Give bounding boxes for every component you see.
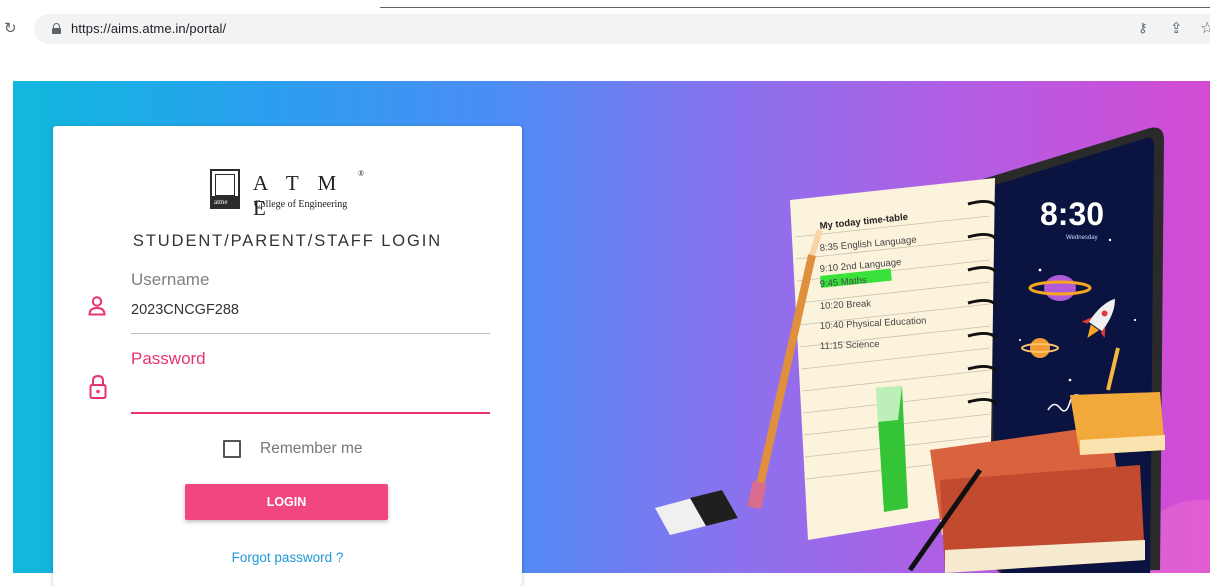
window-edge-line [380,7,1210,8]
remember-me-checkbox[interactable] [223,440,241,458]
phone-time: 8:30 [1040,196,1104,232]
logo-mark: atme [210,169,240,209]
reload-icon[interactable]: ↻ [4,18,24,38]
password-input[interactable] [131,384,490,412]
login-heading: STUDENT/PARENT/STAFF LOGIN [132,232,443,250]
logo-registered-mark: ® [358,169,365,178]
forgot-password-link[interactable]: Forgot password ? [53,550,522,565]
login-card: atme A T M E ® College of Engineering ST… [53,126,522,586]
phone-day: Wednesday [1066,235,1098,241]
eraser-graphic [655,490,738,535]
user-icon [88,296,106,316]
college-logo: atme A T M E ® College of Engineering [210,169,370,220]
star-icon[interactable]: ☆ [1200,18,1210,37]
logo-subtitle: College of Engineering [254,199,348,210]
password-lock-icon [89,374,107,399]
login-button[interactable]: LOGIN [185,484,388,520]
logo-mark-text: atme [214,198,228,206]
browser-toolbar: ↻ https://aims.atme.in/portal/ ⚷ ⇪ ☆ [0,0,1210,62]
remember-me-label[interactable]: Remember me [260,440,363,458]
password-label: Password [131,349,206,368]
url-text[interactable]: https://aims.atme.in/portal/ [71,21,226,36]
key-icon[interactable]: ⚷ [1138,21,1148,36]
username-label: Username [131,270,210,289]
timetable-row: 11:15 Science [820,339,880,352]
username-underline [131,333,490,334]
lock-icon[interactable] [52,23,61,34]
share-icon[interactable]: ⇪ [1170,19,1183,37]
logo-name: A T M E [253,171,344,220]
username-input[interactable]: 2023CNCGF288 [131,302,239,318]
education-illustration: 8:30 Wednesday My today time-table 8:35 … [655,127,1210,573]
password-underline [131,412,490,414]
address-bar[interactable]: https://aims.atme.in/portal/ ⚷ ⇪ ☆ [34,14,1210,44]
